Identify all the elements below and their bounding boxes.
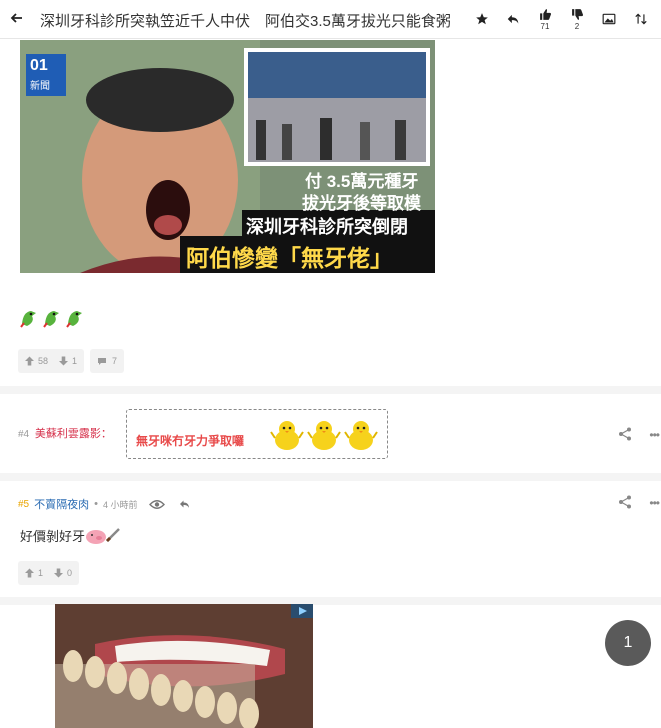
downvote-count: 0	[67, 568, 73, 578]
chick-sticker-icon	[344, 421, 378, 450]
reply-number: #4	[18, 429, 30, 440]
vote-buttons: 1 0	[18, 561, 80, 585]
post-vote-bar: 58 1 7	[18, 349, 125, 373]
reply-button[interactable]	[505, 0, 521, 38]
eye-icon[interactable]	[148, 499, 165, 510]
reply-divider	[0, 473, 661, 481]
reply-icon[interactable]	[178, 498, 191, 510]
reply-vote-bar: 1 0	[18, 561, 80, 585]
bird-emoji-icon	[66, 311, 82, 328]
news-video-thumbnail[interactable]: 01 新聞 付 3.5萬元種牙 拔光牙後等取模 深圳牙科診所突倒閉 阿伯慘變「無…	[20, 40, 435, 273]
reply-5-header: #5 不賣隔夜肉 • 4 小時前	[18, 496, 191, 512]
reply-5-body: 好價剝好牙	[20, 526, 121, 545]
bookmark-star-button[interactable]	[474, 0, 490, 38]
reply-number: #5	[18, 498, 30, 510]
thumbs-down-icon	[571, 8, 583, 20]
news-logo-text: 新聞	[30, 81, 50, 92]
sort-arrows-icon	[635, 13, 647, 25]
separator-dot: •	[94, 498, 98, 510]
sort-button[interactable]	[633, 0, 649, 38]
comments-button[interactable]: 7	[90, 349, 125, 373]
reply-username[interactable]: 不賣隔夜肉	[34, 496, 89, 512]
upvote-arrow-icon	[25, 568, 34, 578]
image-icon	[602, 13, 616, 25]
dislike-button[interactable]: 2	[569, 0, 585, 38]
like-count: 71	[540, 21, 550, 31]
more-options-icon[interactable]: •••	[649, 428, 660, 442]
chick-sticker-icon	[270, 421, 304, 450]
page-indicator-button[interactable]: 1	[605, 620, 651, 666]
share-icon[interactable]	[618, 495, 632, 509]
emoji-row	[19, 308, 85, 328]
reply-4-header: #4 美蘇利雲露影：	[18, 425, 112, 441]
share-icon[interactable]	[618, 427, 632, 441]
quoted-comment-text: 無牙咪冇牙力爭取囉	[136, 434, 245, 448]
quoted-comment[interactable]: 無牙咪冇牙力爭取囉	[126, 409, 388, 459]
upvote-arrow-icon	[25, 356, 34, 366]
star-icon	[476, 13, 488, 25]
bird-emoji-icon	[43, 311, 59, 328]
advertisement-image[interactable]	[55, 604, 313, 728]
bird-emoji-icon	[20, 311, 36, 328]
thumbs-up-icon	[539, 8, 551, 20]
upvote-count: 58	[38, 356, 49, 366]
thread-title: 深圳牙科診所突執笠近千人中伏 阿伯交3.5萬牙拔光只能食粥	[40, 13, 451, 30]
chick-sticker-icon	[307, 421, 341, 450]
comment-bubble-icon	[98, 357, 107, 365]
vote-buttons: 58 1	[18, 349, 85, 373]
pig-with-knife-emoji-icon	[86, 527, 120, 544]
downvote-button[interactable]: 0	[54, 568, 72, 578]
upvote-button[interactable]: 1	[25, 568, 43, 578]
upvote-count: 1	[38, 568, 44, 578]
downvote-count: 1	[72, 356, 78, 366]
dislike-count: 2	[574, 21, 580, 31]
more-options-icon[interactable]: •••	[649, 496, 660, 510]
reply-text: 好價剝好牙	[20, 529, 86, 544]
downvote-button[interactable]: 1	[59, 356, 77, 366]
reply-timestamp: 4 小時前	[102, 499, 138, 510]
thumb-headline-1: 深圳牙科診所突倒閉	[246, 217, 408, 237]
reply-username[interactable]: 美蘇利雲露影：	[35, 428, 112, 440]
news-logo-number: 01	[30, 57, 48, 74]
downvote-arrow-icon	[54, 568, 64, 578]
top-bar: 深圳牙科診所突執笠近千人中伏 阿伯交3.5萬牙拔光只能食粥 71 2	[0, 0, 661, 39]
image-mode-button[interactable]	[601, 0, 617, 38]
downvote-arrow-icon	[59, 356, 69, 366]
back-arrow-icon[interactable]	[8, 9, 26, 27]
post-divider	[0, 386, 661, 394]
teeth-ad-art	[55, 604, 313, 728]
like-button[interactable]: 71	[537, 0, 553, 38]
thumb-headline-2: 阿伯慘變「無牙佬」	[186, 245, 393, 271]
thumb-caption-2: 拔光牙後等取模	[302, 194, 421, 213]
reply-icon	[507, 14, 519, 24]
comment-count: 7	[112, 356, 118, 366]
upvote-button[interactable]: 58	[25, 356, 48, 366]
